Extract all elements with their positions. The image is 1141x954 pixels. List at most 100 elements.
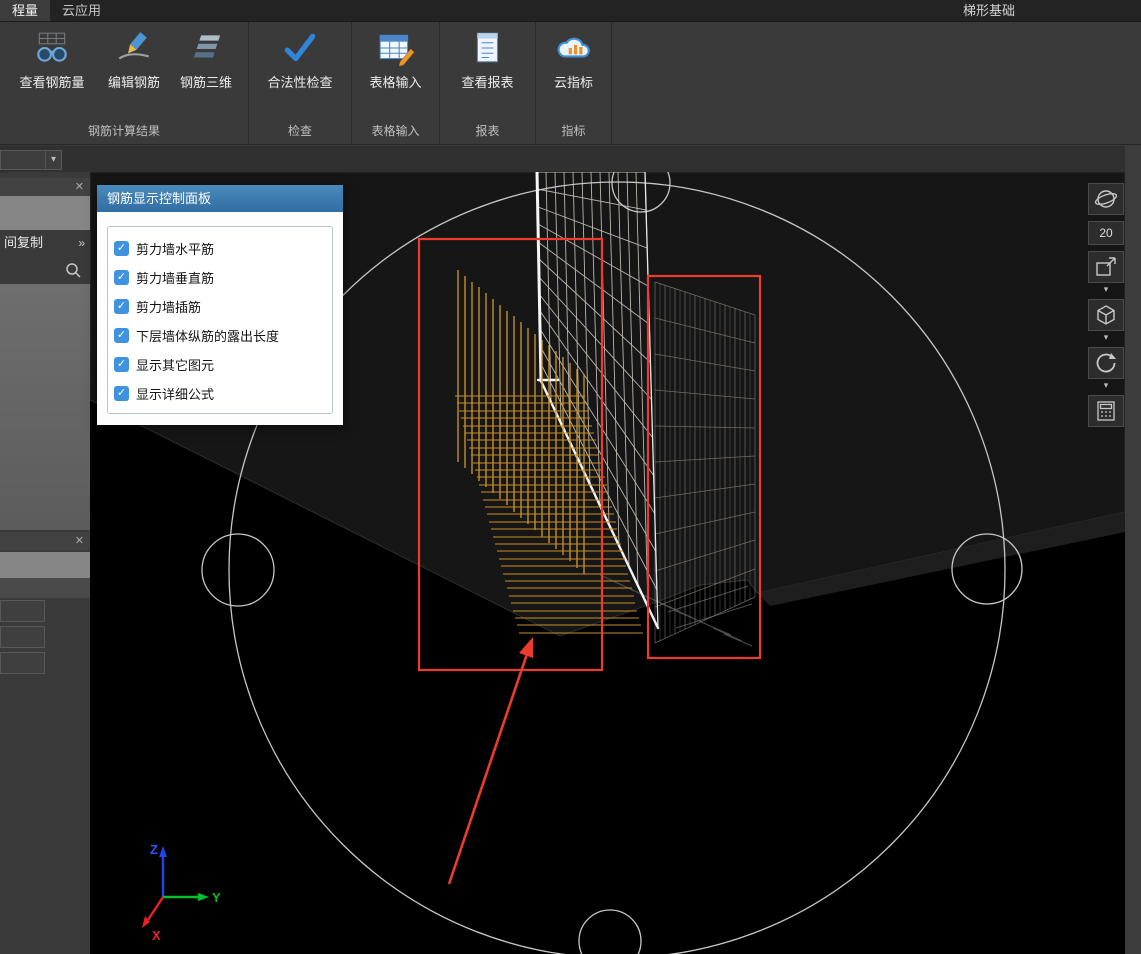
checkbox-label: 剪力墙插筋 [136, 300, 202, 315]
report-document-icon [476, 32, 498, 63]
button-label: 钢筋三维 [179, 75, 232, 90]
sidebar-item-label: 间复制 [4, 235, 44, 250]
checkbox-shear-wall-dowel[interactable]: ✓ 剪力墙插筋 [114, 292, 326, 321]
checkbox-checked-icon[interactable]: ✓ [114, 270, 129, 285]
checkbox-checked-icon[interactable]: ✓ [114, 357, 129, 372]
cloud-indicator-button[interactable]: 云指标 [539, 26, 609, 91]
axis-z-label: Z [150, 842, 158, 857]
rebar-3d-button[interactable]: 钢筋三维 [173, 26, 239, 91]
tab-cloud-apps[interactable]: 云应用 [50, 0, 113, 21]
glasses-rebar-icon [37, 32, 67, 62]
panel-options-box: ✓ 剪力墙水平筋 ✓ 剪力墙垂直筋 ✓ 剪力墙插筋 ✓ 下层墙体纵筋的露出长度 … [107, 226, 333, 414]
button-label: 表格输入 [369, 75, 422, 90]
cloud-chart-icon [557, 37, 590, 58]
checkbox-checked-icon[interactable]: ✓ [114, 386, 129, 401]
sidebar-panel-header: ✕ [0, 178, 90, 196]
axis-triad: Z Y X [142, 842, 221, 943]
checkbox-checked-icon[interactable]: ✓ [114, 299, 129, 314]
orbit-view-button[interactable] [1088, 183, 1124, 215]
table-input-button[interactable]: 表格输入 [355, 26, 437, 91]
ribbon: 查看钢筋量 编辑钢筋 钢筋三维 钢筋计算结果 合法性检查 检查 表格输入 表格输… [0, 22, 1141, 145]
rotate-icon [1096, 353, 1116, 373]
wall-mesh-far [654, 281, 756, 644]
right-edge-strip [1125, 145, 1141, 954]
section-box-icon [1096, 257, 1116, 276]
chevron-down-icon[interactable]: ▾ [1104, 381, 1109, 391]
ribbon-group-check: 合法性检查 检查 [249, 22, 352, 144]
checkbox-checked-icon[interactable]: ✓ [114, 241, 129, 256]
cube-icon [1097, 305, 1115, 325]
button-label: 云指标 [553, 75, 593, 90]
button-label: 查看报表 [461, 75, 514, 90]
toolbar-strip [0, 146, 1141, 172]
zoom-scale-button[interactable]: 20 [1088, 221, 1124, 245]
close-icon[interactable]: ✕ [75, 534, 84, 547]
chevron-down-icon[interactable]: ▾ [1104, 285, 1109, 295]
button-label: 编辑钢筋 [107, 75, 160, 90]
titlebar: 程量 云应用 梯形基础 [0, 0, 1141, 22]
ribbon-group-table-input: 表格输入 表格输入 [352, 22, 440, 144]
sidebar-item-copy-between[interactable]: 间复制 » [0, 232, 90, 254]
edit-rebar-button[interactable]: 编辑钢筋 [95, 26, 173, 91]
ribbon-group-label: 表格输入 [371, 124, 420, 138]
checkbox-shear-wall-horizontal[interactable]: ✓ 剪力墙水平筋 [114, 234, 326, 263]
section-box-button[interactable] [1088, 251, 1124, 283]
sidebar-search-row[interactable] [0, 258, 90, 282]
calculator-button[interactable] [1088, 395, 1124, 427]
checkbox-label: 显示其它图元 [136, 358, 215, 373]
search-icon [66, 263, 81, 278]
pencil-edit-icon [118, 32, 150, 60]
annotation-arrow [447, 637, 533, 885]
checkmark-icon [284, 33, 316, 62]
legality-check-button[interactable]: 合法性检查 [252, 26, 348, 91]
cube-view-button[interactable] [1088, 299, 1124, 331]
rebar-display-control-panel: 钢筋显示控制面板 ✓ 剪力墙水平筋 ✓ 剪力墙垂直筋 ✓ 剪力墙插筋 ✓ 下层墙… [97, 185, 343, 425]
checkbox-label: 下层墙体纵筋的露出长度 [136, 329, 280, 344]
ribbon-group-label: 钢筋计算结果 [87, 124, 160, 138]
ribbon-group-label: 检查 [287, 124, 312, 138]
ribbon-group-label: 报表 [475, 124, 500, 138]
ribbon-empty-area [612, 22, 1141, 144]
checkbox-show-other-elements[interactable]: ✓ 显示其它图元 [114, 350, 326, 379]
axis-x-label: X [152, 928, 161, 943]
ribbon-group-rebar-results: 查看钢筋量 编辑钢筋 钢筋三维 钢筋计算结果 [0, 22, 249, 144]
axis-y-label: Y [212, 890, 221, 905]
checkbox-label: 剪力墙垂直筋 [136, 271, 215, 286]
panel-title-bar[interactable]: 钢筋显示控制面板 [97, 185, 343, 212]
layers-3d-icon [193, 35, 221, 58]
tab-quantity[interactable]: 程量 [0, 0, 51, 21]
chevrons-expand-icon: » [78, 236, 85, 250]
table-pencil-icon [379, 34, 414, 67]
view-report-button[interactable]: 查看报表 [445, 26, 531, 91]
list-item[interactable] [0, 652, 90, 676]
checkbox-label: 显示详细公式 [136, 387, 215, 402]
checkbox-shear-wall-vertical[interactable]: ✓ 剪力墙垂直筋 [114, 263, 326, 292]
list-item[interactable] [0, 626, 90, 650]
checkbox-label: 剪力墙水平筋 [136, 242, 215, 257]
checkbox-lower-wall-exposed-length[interactable]: ✓ 下层墙体纵筋的露出长度 [114, 321, 326, 350]
sidebar-panel-header: ✕ [0, 532, 90, 550]
view-toolbar: 20 ▾ ▾ ▾ [1086, 183, 1126, 433]
rotate-view-button[interactable] [1088, 347, 1124, 379]
button-label: 查看钢筋量 [19, 75, 85, 90]
calculator-icon [1097, 401, 1115, 421]
sidebar-selected-block[interactable] [0, 552, 90, 578]
chevron-down-icon: ▾ [45, 151, 61, 169]
sidebar-tree-panel[interactable] [0, 284, 90, 530]
view-rebar-quantity-button[interactable]: 查看钢筋量 [9, 26, 95, 91]
chevron-down-icon[interactable]: ▾ [1104, 333, 1109, 343]
list-item[interactable] [0, 600, 90, 624]
zoom-scale-value: 20 [1099, 226, 1113, 240]
orbit-sphere-icon [1094, 190, 1118, 208]
ribbon-group-indicator: 云指标 指标 [536, 22, 612, 144]
close-icon[interactable]: ✕ [75, 180, 84, 193]
sidebar-divider [0, 578, 90, 598]
checkbox-show-detailed-formula[interactable]: ✓ 显示详细公式 [114, 379, 326, 408]
button-label: 合法性检查 [267, 75, 333, 90]
ribbon-group-label: 指标 [561, 124, 586, 138]
document-name-label: 梯形基础 [963, 3, 1016, 18]
sidebar-selected-block[interactable] [0, 196, 90, 230]
left-sidebar: ✕ 间复制 » ✕ [0, 172, 90, 954]
element-type-dropdown[interactable]: ▾ [0, 150, 62, 170]
checkbox-checked-icon[interactable]: ✓ [114, 328, 129, 343]
